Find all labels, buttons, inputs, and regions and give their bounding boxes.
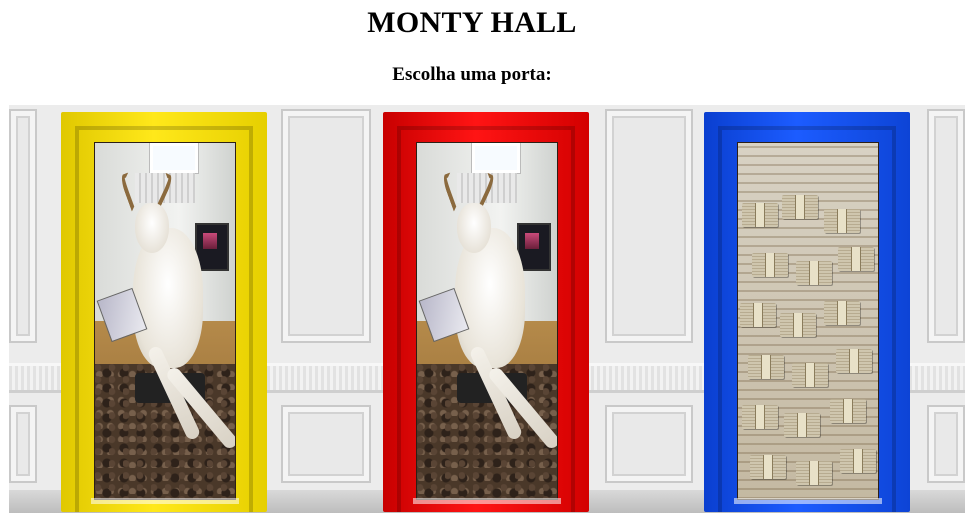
door-threshold [91,498,239,504]
wall-panel [9,405,37,483]
wall-panel [281,109,371,343]
money-stack [838,247,874,271]
goat-head [135,203,169,253]
money-stack [830,399,866,423]
door-3-blue[interactable] [704,112,910,512]
door-1-yellow[interactable] [61,112,267,512]
wall-panel [9,109,37,343]
wall-panel [605,405,693,483]
money-stack [784,413,820,437]
goat-head [457,203,491,253]
money-stack [824,301,860,325]
window [472,143,520,173]
wall-panel [927,405,965,483]
money-stack [740,303,776,327]
goat-image [95,143,235,499]
money-stack [796,461,832,485]
goat-image [417,143,557,499]
wall-panel [605,109,693,343]
money-stack [752,253,788,277]
wall-panel [281,405,371,483]
money-stack [840,449,876,473]
money-stack [780,313,816,337]
window [150,143,198,173]
money-stack [750,455,786,479]
money-stack [742,203,778,227]
money-stack [748,355,784,379]
money-stack [782,195,818,219]
money-stack [796,261,832,285]
door-1-reveal-goat [94,142,236,500]
door-2-reveal-goat [416,142,558,500]
page-title: MONTY HALL [367,6,577,39]
wall-panel [927,109,965,343]
money-stacks-image [738,143,878,499]
money-stack [824,209,860,233]
money-stack [836,349,872,373]
door-threshold [413,498,561,504]
money-stack [792,363,828,387]
door-3-reveal-money [737,142,879,500]
instruction-text: Escolha uma porta: [392,64,552,85]
money-stack [742,405,778,429]
door-2-red[interactable] [383,112,589,512]
door-threshold [734,498,882,504]
